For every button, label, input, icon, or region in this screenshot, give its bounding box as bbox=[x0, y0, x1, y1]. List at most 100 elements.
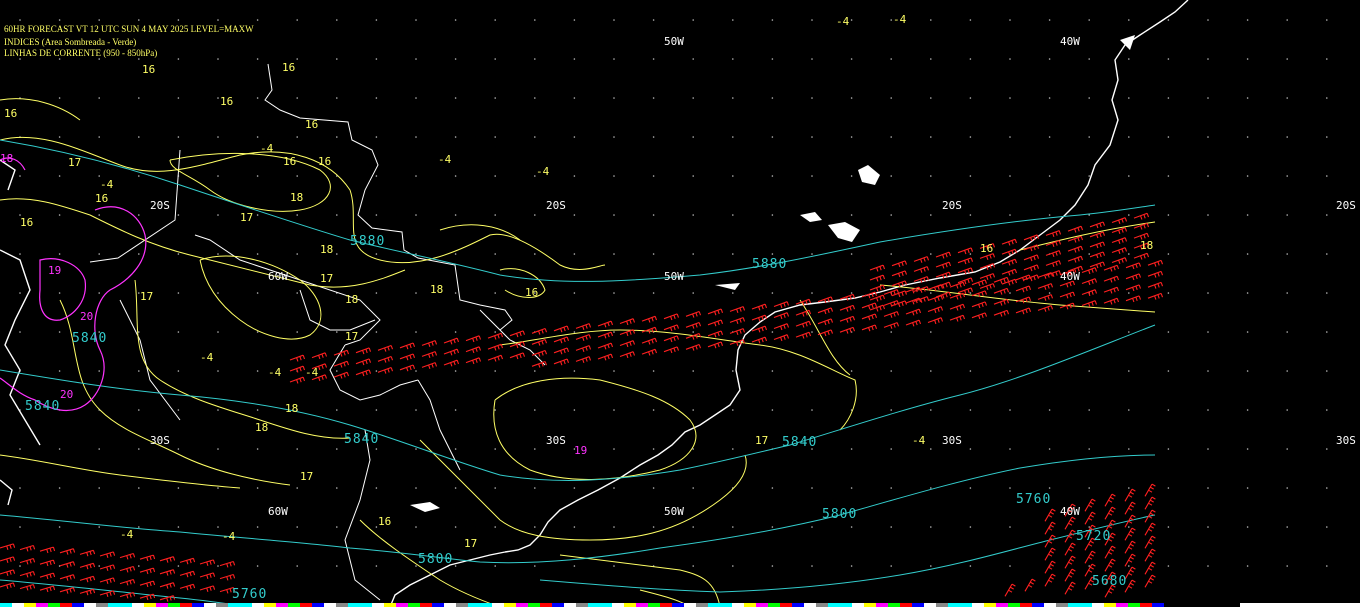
grid-dot bbox=[98, 292, 100, 294]
grid-dot bbox=[1088, 175, 1090, 177]
index-contours bbox=[0, 98, 1156, 607]
grid-dot bbox=[1128, 214, 1130, 216]
grid-dot bbox=[1167, 448, 1170, 450]
grid-dot bbox=[177, 136, 180, 138]
grid-dot bbox=[375, 175, 378, 177]
grid-dot bbox=[692, 58, 694, 60]
wind-barb bbox=[883, 311, 900, 318]
grid-dot bbox=[98, 19, 100, 21]
color-bar-swatch bbox=[816, 603, 828, 607]
wind-barb bbox=[1045, 230, 1062, 237]
grid-dot bbox=[1286, 526, 1288, 528]
grid-dot bbox=[98, 253, 100, 255]
lon-label: 50W bbox=[664, 35, 684, 48]
grid-dot bbox=[98, 370, 100, 372]
forecast-title: 60HR FORECAST VT 12 UTC SUN 4 MAY 2025 L… bbox=[4, 24, 254, 34]
index-label: 17 bbox=[755, 434, 768, 447]
wind-barb bbox=[0, 556, 16, 563]
wind-barb bbox=[99, 577, 116, 584]
grid-dot bbox=[177, 370, 180, 372]
color-bar-swatch bbox=[36, 603, 48, 607]
grid-dot bbox=[534, 97, 536, 99]
grid-dot bbox=[969, 175, 972, 177]
grid-dot bbox=[1326, 136, 1328, 138]
wind-barb bbox=[1144, 535, 1156, 549]
wind-barb bbox=[685, 310, 702, 318]
wind-barbs bbox=[0, 212, 1164, 602]
color-bar-swatch bbox=[132, 603, 144, 607]
grid-dot bbox=[534, 448, 536, 450]
wind-barb bbox=[773, 334, 790, 342]
grid-dot bbox=[177, 214, 180, 216]
grid-dot bbox=[1128, 136, 1130, 138]
grid-dot bbox=[336, 448, 338, 450]
index-label: 16 bbox=[95, 192, 108, 205]
wind-barb bbox=[1037, 305, 1054, 312]
grid-dot bbox=[58, 136, 61, 138]
wind-barb bbox=[993, 298, 1010, 306]
grid-dot bbox=[613, 175, 615, 177]
color-bar-swatch bbox=[660, 603, 672, 607]
wind-barb bbox=[817, 318, 834, 326]
wind-barb bbox=[421, 362, 438, 369]
wind-barb bbox=[1044, 560, 1056, 574]
grid-dot bbox=[336, 487, 338, 489]
color-bar-swatch bbox=[1032, 603, 1044, 607]
wind-barb bbox=[1044, 521, 1056, 535]
grid-dot bbox=[850, 370, 853, 372]
grid-dot bbox=[1167, 175, 1170, 177]
grid-dot bbox=[1326, 370, 1328, 372]
grid-dot bbox=[890, 175, 892, 177]
grid-dot bbox=[19, 487, 21, 489]
grid-dot bbox=[177, 565, 180, 567]
grid-dot bbox=[890, 214, 892, 216]
grid-dot bbox=[217, 331, 219, 333]
color-bar-swatch bbox=[300, 603, 312, 607]
grid-dot bbox=[1246, 331, 1249, 333]
grid-dot bbox=[1246, 409, 1249, 411]
grid-dot bbox=[296, 136, 299, 138]
wind-barb bbox=[289, 354, 306, 362]
color-bar-swatch bbox=[876, 603, 888, 607]
wind-barb bbox=[913, 266, 930, 273]
grid-dot bbox=[1128, 487, 1130, 489]
grid-dot bbox=[454, 136, 457, 138]
grid-dot bbox=[534, 409, 536, 411]
grid-dot bbox=[454, 409, 457, 411]
color-bar-swatch bbox=[804, 603, 816, 607]
grid-dot bbox=[1246, 136, 1249, 138]
wind-barb bbox=[119, 578, 136, 586]
grid-dot bbox=[1286, 175, 1288, 177]
wind-barb bbox=[39, 572, 56, 580]
grid-dot bbox=[454, 214, 457, 216]
grid-dot bbox=[1207, 97, 1209, 99]
color-bar-swatch bbox=[912, 603, 924, 607]
color-bar-swatch bbox=[780, 603, 792, 607]
wind-barb bbox=[729, 317, 746, 324]
wind-barb bbox=[1024, 578, 1036, 592]
grid-dot bbox=[732, 565, 734, 567]
wind-barb bbox=[1103, 264, 1120, 272]
grid-dot bbox=[890, 370, 892, 372]
grid-dot bbox=[256, 19, 259, 21]
wind-barb bbox=[1044, 508, 1056, 522]
wind-barb bbox=[79, 549, 96, 557]
grid-dot bbox=[850, 58, 853, 60]
grid-dot bbox=[494, 526, 497, 528]
wind-barb bbox=[0, 543, 16, 550]
grid-dot bbox=[1009, 448, 1011, 450]
wind-barb bbox=[949, 303, 966, 311]
wind-barb bbox=[159, 582, 176, 589]
wind-barb bbox=[1004, 583, 1016, 597]
color-bar-swatch bbox=[1008, 603, 1020, 607]
index-label: 18 bbox=[430, 283, 443, 296]
color-bar-swatch bbox=[168, 603, 180, 607]
index-label: 17 bbox=[345, 330, 358, 343]
wind-barb bbox=[421, 340, 438, 347]
grid-dot bbox=[375, 253, 378, 255]
grid-dot bbox=[138, 565, 140, 567]
grid-dot bbox=[177, 253, 180, 255]
index-label: 17 bbox=[240, 211, 253, 224]
grid-dot bbox=[19, 175, 21, 177]
grid-dot bbox=[811, 526, 813, 528]
